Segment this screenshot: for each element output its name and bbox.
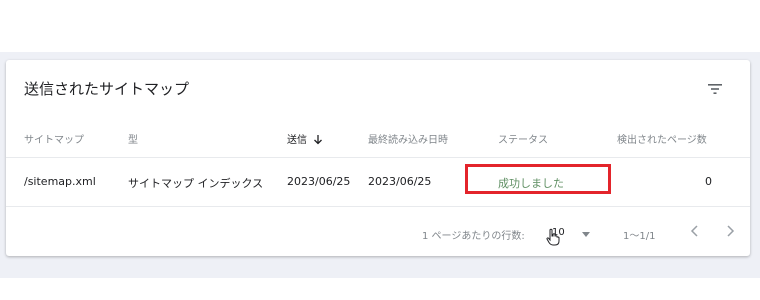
cell-sitemap: /sitemap.xml — [24, 175, 96, 188]
column-header-submitted-label: 送信 — [287, 135, 307, 146]
column-header-submitted[interactable]: 送信 — [287, 131, 323, 148]
dropdown-caret-icon[interactable] — [582, 232, 590, 237]
arrow-down-icon — [313, 134, 323, 148]
chevron-left-icon — [690, 225, 698, 237]
hand-cursor-icon — [546, 228, 560, 246]
column-header-sitemap[interactable]: サイトマップ — [24, 131, 84, 146]
column-header-last-read[interactable]: 最終読み込み日時 — [368, 131, 448, 146]
cell-pages: 0 — [705, 175, 712, 188]
header-divider — [6, 157, 750, 158]
column-header-status[interactable]: ステータス — [498, 131, 548, 146]
row-divider — [6, 206, 750, 207]
cell-last-read: 2023/06/25 — [368, 175, 432, 188]
next-page-button[interactable] — [721, 222, 739, 240]
pagination-range: 1〜1/1 — [623, 231, 656, 242]
previous-page-button[interactable] — [686, 222, 704, 240]
column-header-pages[interactable]: 検出されたページ数 — [617, 131, 707, 146]
sitemaps-card: 送信されたサイトマップ サイトマップ 型 送信 最終読み込み日時 ステータス 検… — [6, 60, 750, 256]
chevron-right-icon — [727, 225, 735, 237]
status-highlight-box — [465, 164, 611, 194]
cell-type: サイトマップ インデックス — [128, 177, 264, 190]
card-title: 送信されたサイトマップ — [24, 80, 190, 98]
cell-submitted: 2023/06/25 — [287, 175, 351, 188]
filter-icon — [708, 84, 722, 94]
rows-per-page-label: 1 ページあたりの行数: — [422, 231, 525, 242]
filter-button[interactable] — [706, 80, 724, 98]
column-header-type[interactable]: 型 — [128, 131, 138, 146]
